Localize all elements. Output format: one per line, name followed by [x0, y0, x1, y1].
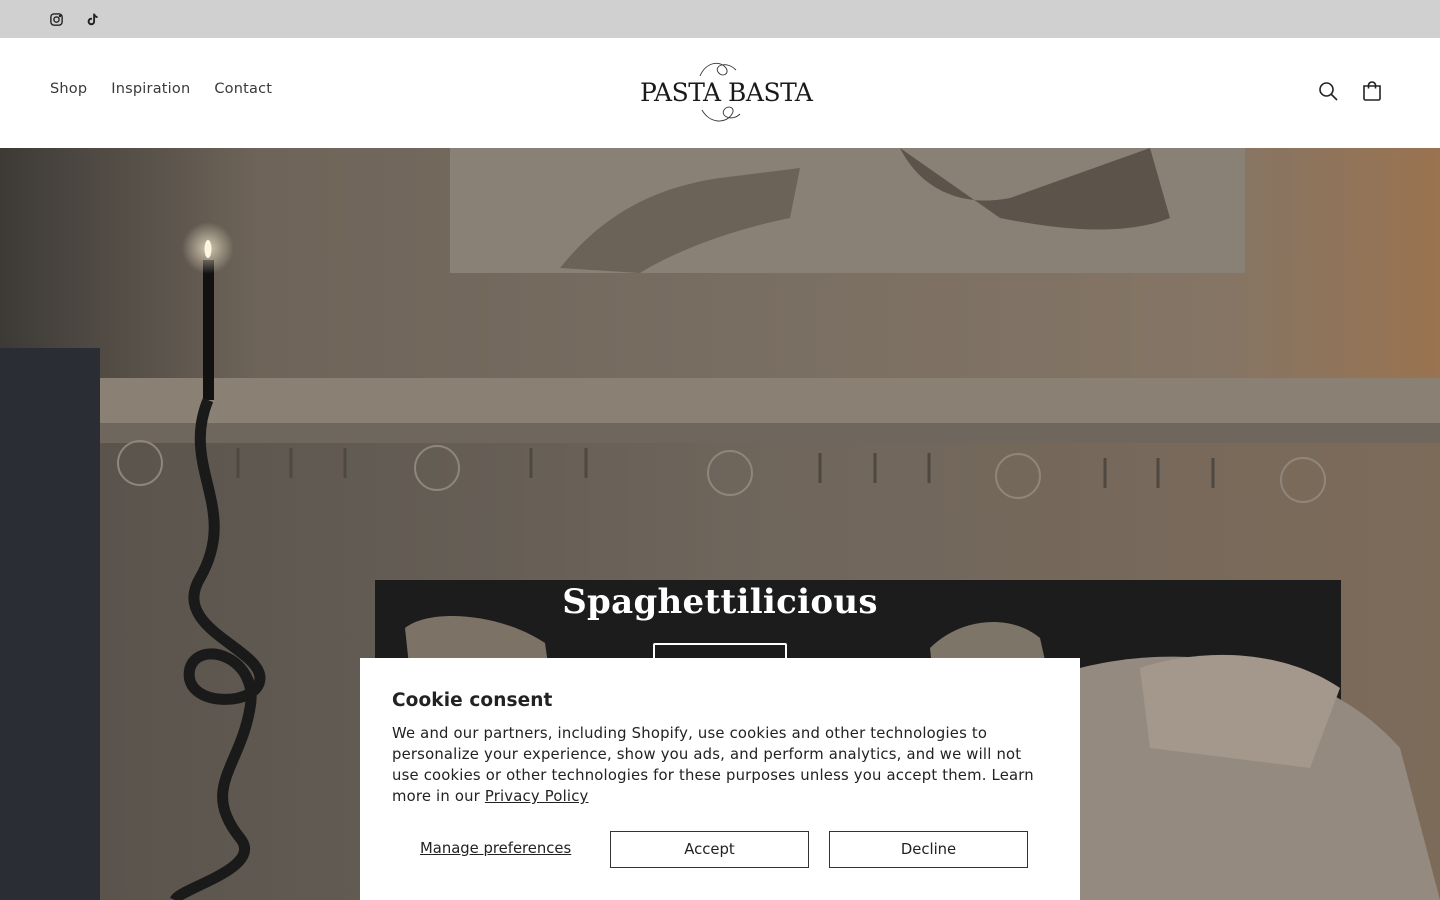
cookie-title: Cookie consent [392, 690, 553, 711]
nav-item-contact[interactable]: Contact [214, 81, 272, 97]
tiktok-icon[interactable] [82, 9, 102, 29]
instagram-icon[interactable] [46, 9, 66, 29]
cookie-body: We and our partners, including Shopify, … [392, 723, 1052, 807]
decline-button[interactable]: Decline [829, 831, 1028, 868]
cookie-consent-dialog: Cookie consent We and our partners, incl… [360, 658, 1080, 900]
nav-item-inspiration[interactable]: Inspiration [111, 81, 190, 97]
cart-icon[interactable] [1360, 79, 1384, 103]
cookie-actions: Manage preferences Accept Decline [392, 831, 1028, 868]
manage-preferences-link[interactable]: Manage preferences [420, 840, 571, 857]
main-nav: Shop Inspiration Contact [50, 81, 296, 97]
site-header: Shop Inspiration Contact PASTA BASTA [0, 38, 1440, 148]
accept-button[interactable]: Accept [610, 831, 809, 868]
site-logo[interactable]: PASTA BASTA [640, 58, 813, 128]
search-icon[interactable] [1316, 79, 1340, 103]
hero-title: Spaghettilicious [562, 582, 878, 622]
privacy-policy-link[interactable]: Privacy Policy [485, 788, 589, 805]
announcement-bar [0, 0, 1440, 38]
nav-item-shop[interactable]: Shop [50, 81, 87, 97]
logo-text: PASTA BASTA [640, 78, 813, 107]
